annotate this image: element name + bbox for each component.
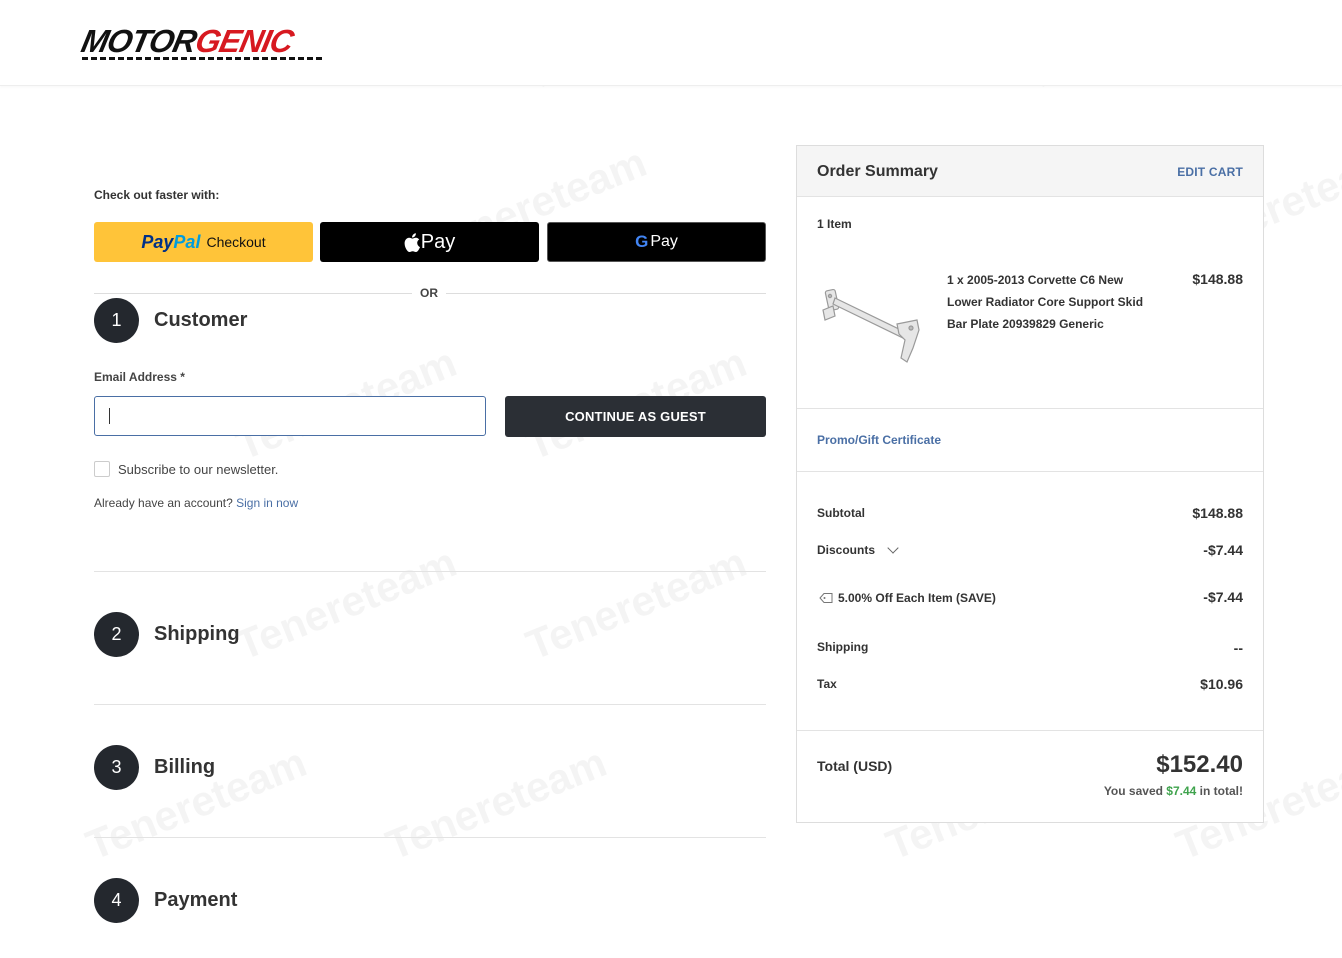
- step-title-payment: Payment: [154, 889, 238, 911]
- express-checkout-label: Check out faster with:: [94, 188, 220, 202]
- logo-text-motor: MOTOR: [78, 22, 200, 59]
- logo-text-genic: GENIC: [191, 22, 296, 59]
- product-price: $148.88: [1192, 271, 1243, 287]
- divider: [94, 704, 766, 705]
- newsletter-label[interactable]: Subscribe to our newsletter.: [118, 462, 278, 477]
- savings-note: You saved $7.44 in total!: [1104, 784, 1243, 798]
- discounts-toggle[interactable]: Discounts: [817, 543, 875, 557]
- google-g-icon: G: [635, 232, 649, 251]
- or-separator: OR: [94, 286, 766, 300]
- promo-gift-certificate-link[interactable]: Promo/Gift Certificate: [817, 433, 941, 447]
- or-line-right: [446, 293, 766, 294]
- saved-amount: $7.44: [1166, 784, 1197, 798]
- or-text: OR: [420, 286, 438, 300]
- step-title-billing: Billing: [154, 756, 216, 778]
- step-number-customer: 1: [94, 298, 139, 343]
- apple-pay-label: Pay: [420, 230, 456, 253]
- divider: [797, 408, 1263, 409]
- total-value: $152.40: [1156, 751, 1243, 778]
- tag-icon: [819, 593, 833, 603]
- discounts-value: -$7.44: [1203, 542, 1243, 558]
- step-title-shipping: Shipping: [154, 623, 240, 645]
- tax-value: $10.96: [1200, 676, 1243, 692]
- newsletter-checkbox[interactable]: [94, 461, 110, 477]
- brand-logo[interactable]: MOTOR GENIC: [78, 23, 322, 60]
- product-name: 1 x 2005-2013 Corvette C6 New Lower Radi…: [947, 273, 1144, 331]
- step-number-billing: 3: [94, 745, 139, 790]
- sign-in-link[interactable]: Sign in now: [236, 496, 298, 510]
- apple-icon: [404, 232, 420, 252]
- chevron-down-icon[interactable]: [887, 542, 899, 554]
- discount-item-value: -$7.44: [1203, 589, 1243, 605]
- subtotal-label: Subtotal: [817, 506, 865, 520]
- account-prompt: Already have an account? Sign in now: [94, 496, 298, 510]
- or-line-left: [94, 293, 412, 294]
- shipping-value: --: [1233, 640, 1243, 656]
- divider: [797, 730, 1263, 731]
- step-number-shipping: 2: [94, 612, 139, 657]
- product-image: [822, 288, 920, 363]
- saved-prefix: You saved: [1103, 784, 1163, 798]
- account-text: Already have an account?: [94, 496, 233, 510]
- paypal-checkout-text: Checkout: [206, 234, 266, 250]
- total-label: Total (USD): [817, 758, 893, 774]
- discount-item-label: 5.00% Off Each Item (SAVE): [838, 591, 996, 605]
- items-count: 1 Item: [817, 217, 852, 231]
- watermark: Tenereteam: [379, 738, 613, 870]
- google-pay-button[interactable]: G Pay: [547, 222, 766, 262]
- paypal-checkout-button[interactable]: Pay Pal Checkout: [94, 222, 313, 262]
- divider: [797, 471, 1263, 472]
- order-summary-title: Order Summary: [817, 163, 938, 180]
- step-number-payment: 4: [94, 878, 139, 923]
- text-caret: [109, 408, 110, 424]
- edit-cart-link[interactable]: EDIT CART: [1177, 165, 1243, 179]
- divider: [94, 837, 766, 838]
- google-pay-label: Pay: [650, 233, 678, 250]
- paypal-logo-pal: Pal: [173, 231, 201, 252]
- continue-as-guest-button[interactable]: CONTINUE AS GUEST: [505, 396, 766, 437]
- tax-label: Tax: [817, 677, 837, 691]
- subtotal-value: $148.88: [1192, 505, 1243, 521]
- step-title-customer: Customer: [154, 309, 248, 331]
- shipping-label: Shipping: [817, 640, 869, 654]
- site-header: MOTOR GENIC: [0, 0, 1342, 86]
- order-summary-header: Order Summary EDIT CART: [797, 146, 1263, 197]
- paypal-logo-pay: Pay: [141, 231, 174, 252]
- apple-pay-button[interactable]: Pay: [320, 222, 539, 262]
- order-summary-panel: Order Summary EDIT CART 1 Item 1 x 2005-…: [796, 145, 1264, 823]
- watermark: Tenereteam: [519, 538, 753, 670]
- email-label: Email Address *: [94, 370, 185, 384]
- logo-speed-lines: [82, 57, 322, 60]
- watermark: Tenereteam: [229, 538, 463, 670]
- saved-suffix: in total!: [1199, 784, 1243, 798]
- email-input[interactable]: [94, 396, 486, 436]
- divider: [94, 571, 766, 572]
